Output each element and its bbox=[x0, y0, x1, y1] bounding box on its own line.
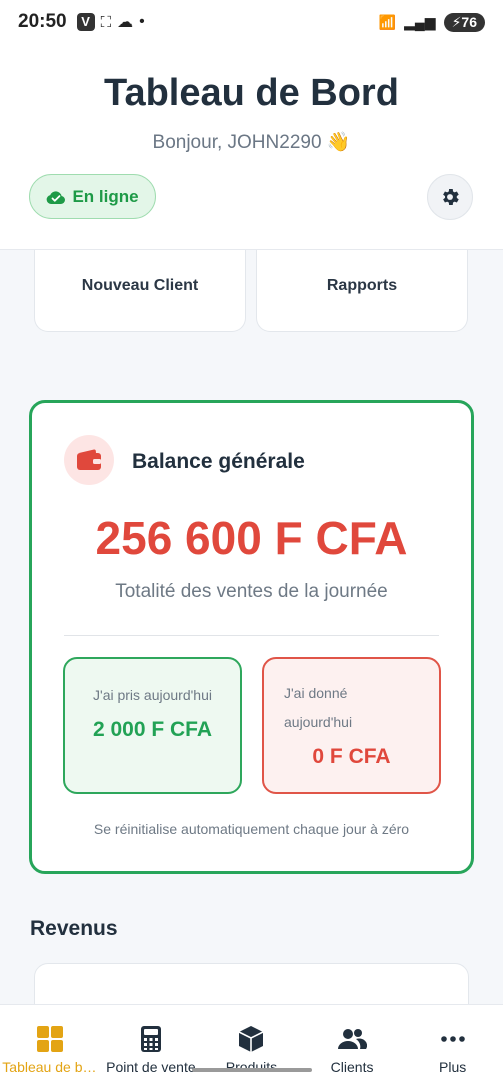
online-status-label: En ligne bbox=[72, 186, 139, 206]
battery-level: 76 bbox=[461, 13, 477, 30]
wallet-icon-wrap bbox=[64, 435, 114, 485]
signal-icon: ▂▄▆ bbox=[404, 13, 436, 30]
box-icon bbox=[239, 1026, 264, 1052]
received-today-value: 2 000 F CFA bbox=[92, 718, 213, 741]
nav-item-dashboard[interactable]: Tableau de bord bbox=[0, 1005, 101, 1080]
balance-amount: 256 600 F CFA bbox=[95, 512, 408, 564]
balance-card: Balance générale 256 600 F CFA Totalité … bbox=[29, 400, 474, 874]
divider bbox=[64, 635, 439, 636]
nav-item-point-of-sale[interactable]: Point de vente bbox=[101, 1005, 202, 1080]
vpn-icon: V bbox=[76, 13, 95, 31]
dot-icon: • bbox=[139, 13, 145, 30]
gear-icon bbox=[443, 189, 459, 205]
home-indicator[interactable] bbox=[192, 1068, 312, 1072]
nav-label: Point de vente bbox=[106, 1059, 196, 1075]
settings-button[interactable] bbox=[427, 174, 473, 220]
quick-action-reports[interactable]: Rapports bbox=[256, 250, 468, 332]
wallet-icon bbox=[77, 449, 101, 470]
received-today-box: J'ai pris aujourd'hui 2 000 F CFA bbox=[63, 657, 242, 794]
nav-label: Produits bbox=[225, 1059, 278, 1075]
nav-label: Clients bbox=[330, 1059, 374, 1075]
given-today-box: J'ai donné aujourd'hui 0 F CFA bbox=[262, 657, 441, 794]
status-icons-right: 📶 ▂▄▆ ⚡76 bbox=[378, 12, 485, 32]
cloud-check-icon bbox=[47, 190, 66, 204]
quick-action-new-client[interactable]: Nouveau Client bbox=[34, 250, 246, 332]
balance-title: Balance générale bbox=[132, 450, 305, 473]
status-bar: 20:50 V ⛶ ☁ • 📶 ▂▄▆ ⚡76 bbox=[0, 0, 503, 44]
given-today-label: J'ai donné aujourd'hui bbox=[284, 685, 353, 730]
quick-action-label: Nouveau Client bbox=[81, 277, 199, 294]
page-title: Tableau de Bord bbox=[104, 72, 399, 114]
wifi-icon: 📶 bbox=[378, 13, 397, 30]
nav-item-clients[interactable]: Clients bbox=[302, 1005, 403, 1080]
status-time: 20:50 bbox=[18, 11, 67, 32]
online-status-badge[interactable]: En ligne bbox=[29, 174, 156, 219]
nav-item-more[interactable]: Plus bbox=[402, 1005, 503, 1080]
status-icons-left: V ⛶ ☁ • bbox=[76, 12, 145, 32]
quick-action-label: Rapports bbox=[326, 277, 398, 294]
screenshot-icon: ⛶ bbox=[100, 13, 112, 31]
nav-label: Plus bbox=[439, 1059, 467, 1075]
given-today-value: 0 F CFA bbox=[312, 745, 391, 768]
reset-note: Se réinitialise automatiquement chaque j… bbox=[93, 821, 410, 837]
battery-icon: ⚡76 bbox=[443, 12, 485, 32]
revenus-section-title: Revenus bbox=[30, 917, 118, 940]
grid-icon bbox=[37, 1026, 64, 1052]
calculator-icon bbox=[140, 1026, 161, 1052]
greeting-text: Bonjour, JOHN2290 👋 bbox=[152, 132, 351, 153]
balance-subtitle: Totalité des ventes de la journée bbox=[115, 581, 388, 602]
nav-label: Tableau de bord bbox=[2, 1059, 99, 1075]
more-icon bbox=[440, 1036, 465, 1042]
cloud-icon: ☁ bbox=[117, 14, 134, 31]
users-icon bbox=[338, 1029, 368, 1049]
dashboard-header: Tableau de Bord Bonjour, JOHN2290 👋 En l… bbox=[0, 44, 503, 250]
received-today-label: J'ai pris aujourd'hui bbox=[93, 687, 212, 703]
